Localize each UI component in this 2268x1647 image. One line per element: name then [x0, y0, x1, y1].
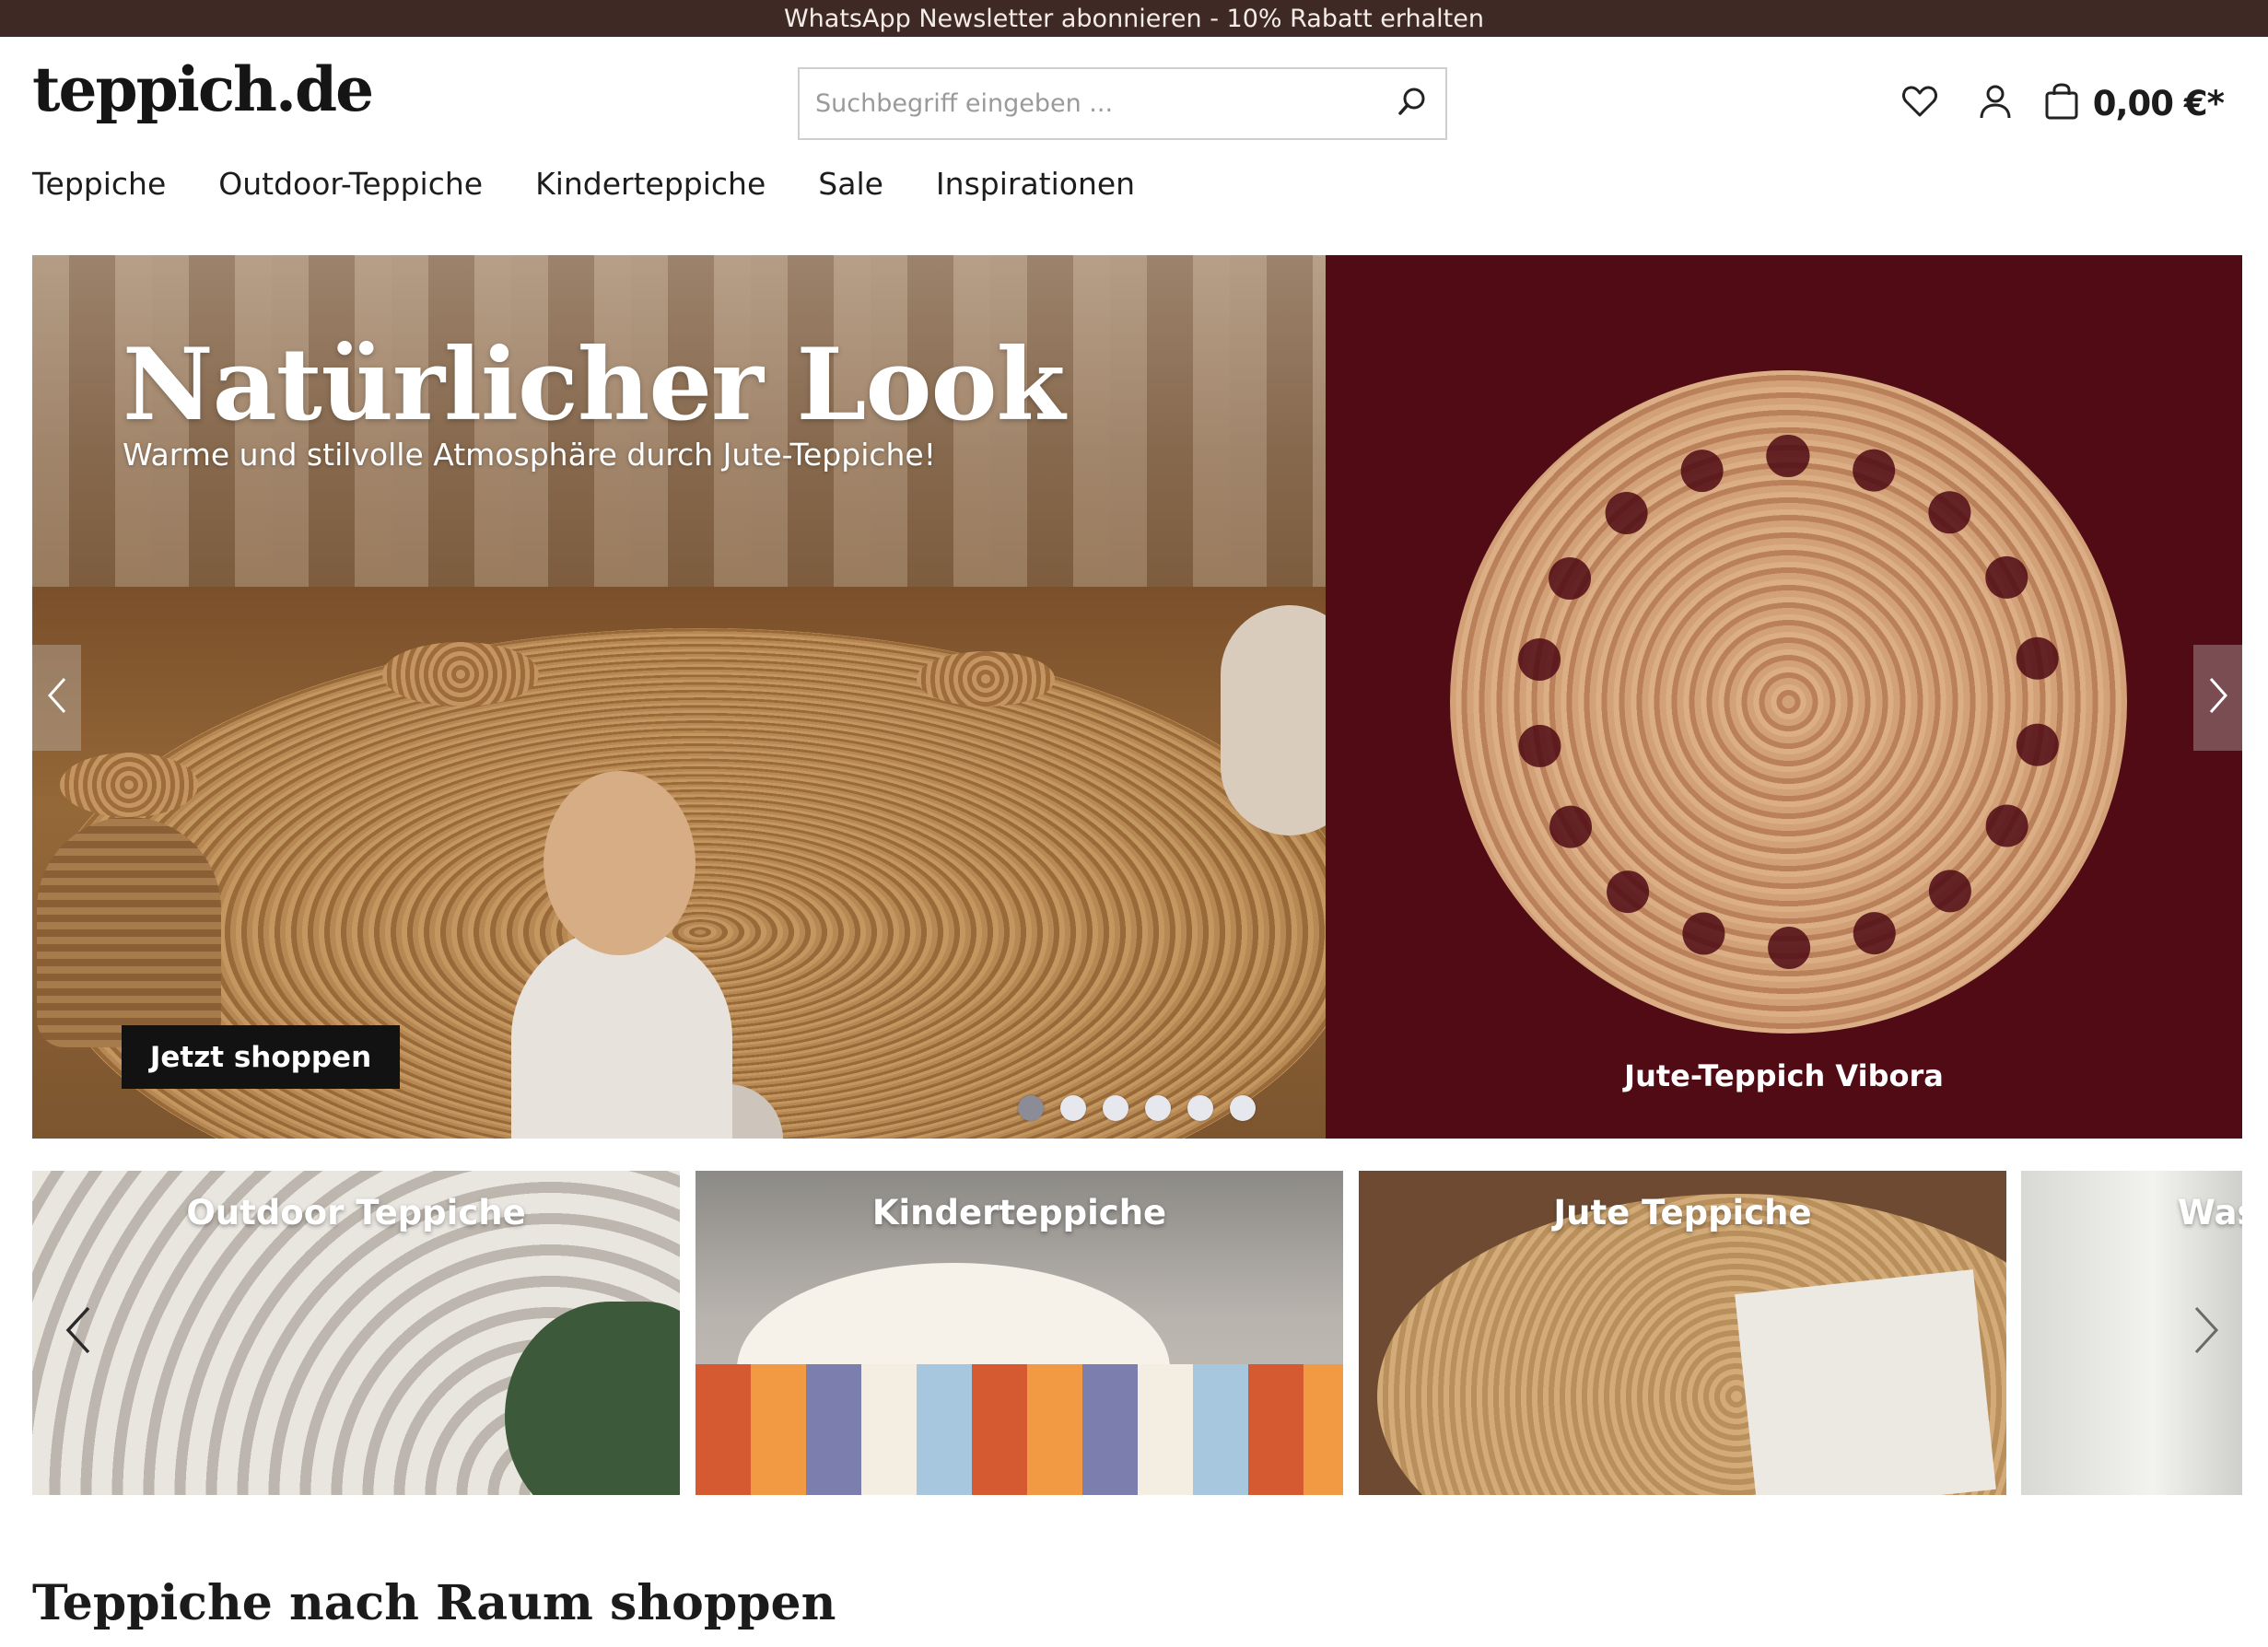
nav-item-teppiche[interactable]: Teppiche [32, 166, 166, 202]
hero-slider[interactable]: Natürlicher Look Warme und stilvolle Atm… [32, 255, 2242, 1139]
category-prev-button[interactable] [51, 1277, 106, 1387]
slider-dot-2[interactable] [1060, 1095, 1086, 1121]
nav-item-sale[interactable]: Sale [818, 166, 883, 202]
hero-child-body [511, 928, 732, 1139]
slider-dot-4[interactable] [1145, 1095, 1171, 1121]
header-actions: 0,00 €* [1872, 74, 2225, 133]
nav-item-kinderteppiche[interactable]: Kinderteppiche [535, 166, 766, 202]
hero-small-rug [917, 651, 1055, 707]
category-rainbow-rug-decor [696, 1364, 1343, 1495]
hero-basket [37, 817, 221, 1047]
hero-prev-button[interactable] [32, 645, 81, 751]
hero-next-button[interactable] [2193, 645, 2242, 751]
chevron-right-icon [2207, 675, 2229, 720]
product-rug-pattern [1514, 435, 2063, 969]
hero-title: Natürlicher Look [123, 327, 1065, 443]
category-label[interactable]: Jute Teppiche [1359, 1193, 2006, 1232]
category-blanket-decor [1735, 1269, 1996, 1495]
user-icon [1979, 83, 2012, 124]
hero-child-head [544, 771, 696, 955]
wishlist-button[interactable] [1892, 76, 1947, 131]
hero-image[interactable]: Natürlicher Look Warme und stilvolle Atm… [32, 255, 1326, 1139]
newsletter-banner-text[interactable]: WhatsApp Newsletter abonnieren - 10% Rab… [784, 5, 1484, 33]
chevron-right-icon [2192, 1304, 2220, 1361]
category-slider: Outdoor Teppiche Kinderteppiche Jute Tep… [32, 1171, 2242, 1495]
slider-dot-3[interactable] [1103, 1095, 1128, 1121]
category-next-button[interactable] [2179, 1277, 2234, 1387]
hero-small-rug [382, 642, 539, 707]
site-logo[interactable]: teppich.de [32, 53, 374, 125]
heart-icon [1901, 85, 1938, 123]
cart-total: 0,00 €* [2092, 83, 2225, 123]
hero-product-panel[interactable]: Jute-Teppich Vibora [1326, 255, 2242, 1139]
slider-dot-5[interactable] [1187, 1095, 1213, 1121]
category-plant-decor [505, 1302, 680, 1495]
search-input[interactable] [800, 69, 1379, 138]
search-button[interactable] [1379, 69, 1445, 138]
category-tile-outdoor[interactable]: Outdoor Teppiche [32, 1171, 680, 1495]
newsletter-banner[interactable]: WhatsApp Newsletter abonnieren - 10% Rab… [0, 0, 2268, 37]
account-button[interactable] [1968, 76, 2023, 131]
category-label[interactable]: Was [2021, 1193, 2242, 1232]
shopping-bag-icon [2043, 82, 2080, 125]
product-caption[interactable]: Jute-Teppich Vibora [1326, 1058, 2242, 1093]
chevron-left-icon [64, 1304, 92, 1361]
section-title-rooms: Teppiche nach Raum shoppen [32, 1575, 836, 1631]
nav-item-outdoor-teppiche[interactable]: Outdoor-Teppiche [218, 166, 483, 202]
search-bar [798, 67, 1447, 140]
cart-button[interactable]: 0,00 €* [2043, 82, 2225, 125]
chevron-left-icon [46, 675, 68, 720]
category-label[interactable]: Kinderteppiche [696, 1193, 1343, 1232]
category-tile-jute[interactable]: Jute Teppiche [1359, 1171, 2006, 1495]
hero-subtitle: Warme und stilvolle Atmosphäre durch Jut… [123, 437, 936, 473]
hero-small-rug [60, 753, 198, 817]
shop-now-button[interactable]: Jetzt shoppen [122, 1025, 400, 1089]
nav-item-inspirationen[interactable]: Inspirationen [936, 166, 1135, 202]
slider-dot-6[interactable] [1230, 1095, 1256, 1121]
category-label[interactable]: Outdoor Teppiche [32, 1193, 680, 1232]
main-navigation: Teppiche Outdoor-Teppiche Kinderteppiche… [32, 166, 1187, 202]
slider-dot-1[interactable] [1018, 1095, 1044, 1121]
slider-pagination [1018, 1095, 1272, 1121]
hero-plush-toy [1221, 605, 1326, 835]
category-tile-kinder[interactable]: Kinderteppiche [696, 1171, 1343, 1495]
search-icon [1396, 85, 1429, 123]
